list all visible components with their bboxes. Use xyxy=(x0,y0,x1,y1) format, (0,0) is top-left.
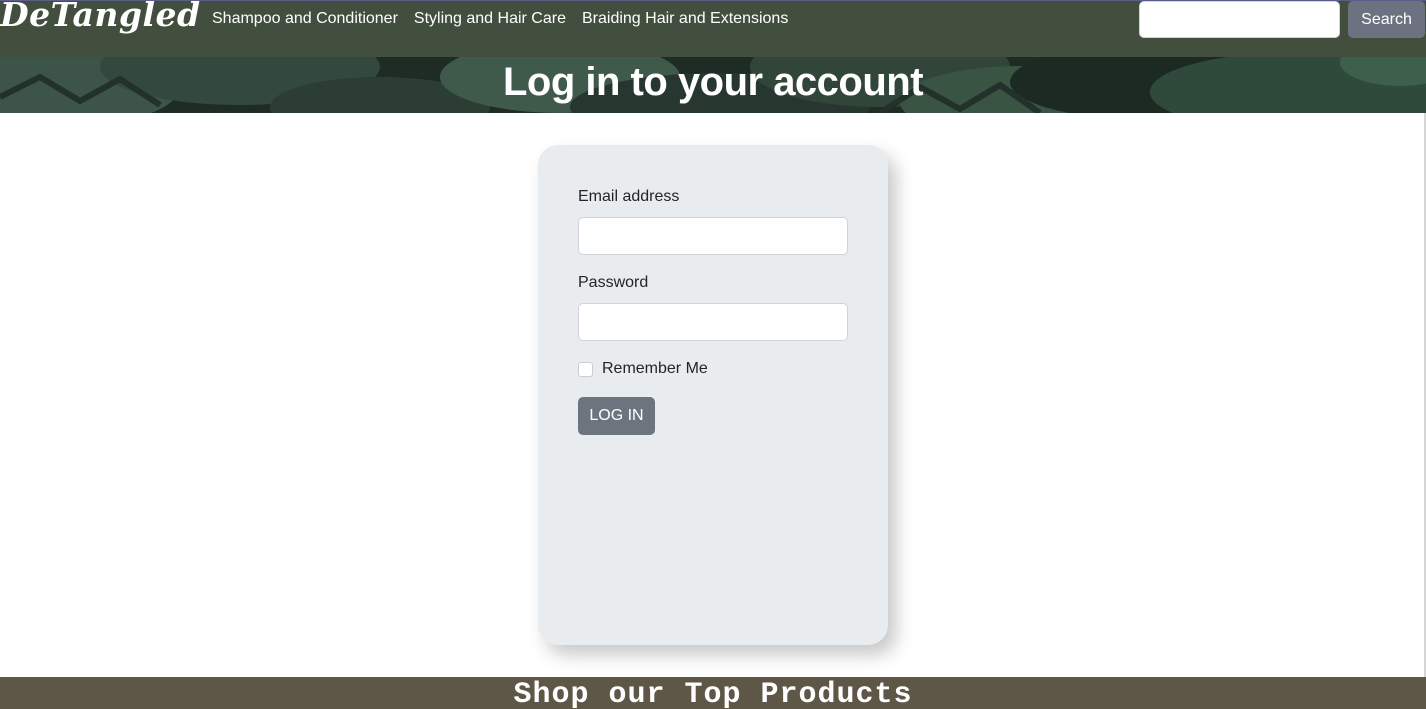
nav-links: Shampoo and Conditioner Styling and Hair… xyxy=(204,9,796,29)
log-in-button[interactable]: LOG IN xyxy=(578,397,655,435)
email-label: Email address xyxy=(578,188,680,205)
remember-me-label[interactable]: Remember Me xyxy=(602,359,708,379)
login-card: Email address Password Remember Me LOG I… xyxy=(538,145,888,645)
search-input[interactable] xyxy=(1139,1,1340,38)
shop-section-title: Shop our Top Products xyxy=(513,678,913,709)
shop-top-products-banner: Shop our Top Products xyxy=(0,677,1426,709)
email-field[interactable] xyxy=(578,217,848,255)
hero-banner: Log in to your account xyxy=(0,57,1426,113)
search-button[interactable]: Search xyxy=(1348,1,1425,38)
nav-link-styling-and-hair-care[interactable]: Styling and Hair Care xyxy=(406,9,574,29)
password-label: Password xyxy=(578,274,649,291)
remember-me-row: Remember Me xyxy=(578,359,708,379)
password-field[interactable] xyxy=(578,303,848,341)
remember-me-checkbox[interactable] xyxy=(578,361,593,377)
brand-logo-link[interactable]: DeTangled xyxy=(0,0,201,34)
top-navbar: DeTangled Shampoo and Conditioner Stylin… xyxy=(0,0,1426,57)
nav-link-braiding-hair-and-extensions[interactable]: Braiding Hair and Extensions xyxy=(574,9,796,29)
nav-link-shampoo-and-conditioner[interactable]: Shampoo and Conditioner xyxy=(204,9,406,29)
page-title: Log in to your account xyxy=(502,60,924,104)
